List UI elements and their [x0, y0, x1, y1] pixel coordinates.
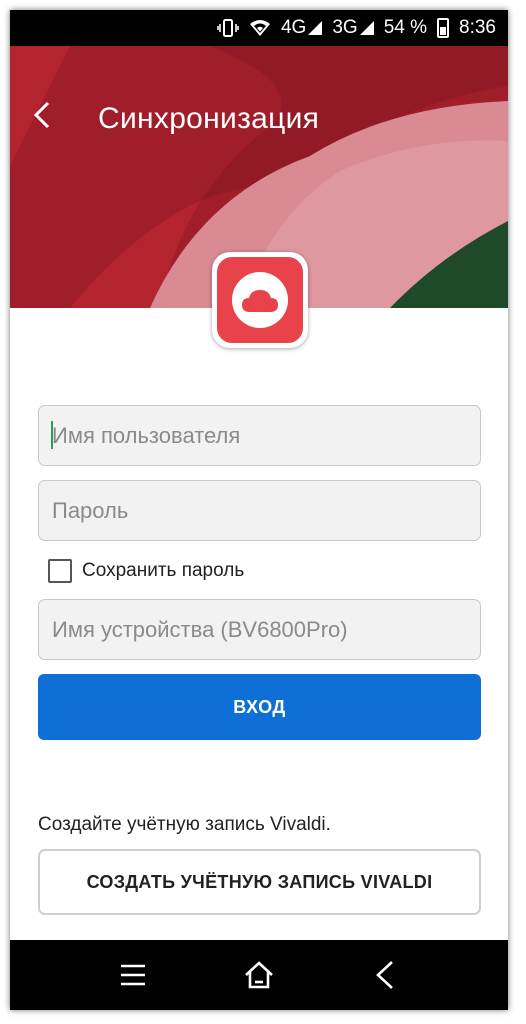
username-input[interactable] — [38, 405, 481, 466]
status-bar: 4G 3G 54 % 8:36 — [10, 10, 508, 46]
signal-icon — [359, 21, 374, 35]
remember-password-checkbox[interactable] — [48, 559, 72, 583]
cloud-icon — [242, 290, 278, 312]
device-name-input[interactable] — [38, 599, 481, 660]
back-icon — [376, 961, 393, 989]
battery-percent: 54 % — [383, 17, 428, 38]
system-back-button[interactable] — [365, 955, 405, 995]
menu-button[interactable] — [113, 955, 153, 995]
sync-logo-badge — [217, 257, 303, 343]
cloud-disc — [232, 272, 288, 328]
network-4g: 4G — [280, 17, 323, 39]
back-button[interactable] — [32, 100, 68, 136]
create-account-hint: Создайте учётную запись Vivaldi. — [38, 814, 331, 835]
vibrate-icon — [217, 19, 239, 37]
signal-icon — [308, 21, 323, 35]
remember-password-row[interactable]: Сохранить пароль — [48, 558, 244, 584]
app-frame: 4G 3G 54 % 8:36 Синхронизация Имя пользо… — [10, 10, 508, 1010]
login-button[interactable]: ВХОД — [38, 674, 481, 740]
wifi-icon — [249, 19, 271, 37]
sync-logo — [212, 252, 308, 348]
password-input[interactable] — [38, 480, 481, 541]
home-icon — [245, 961, 273, 989]
navigation-bar — [10, 940, 508, 1010]
clock: 8:36 — [459, 17, 496, 38]
network-3g-label: 3G — [332, 17, 358, 38]
network-4g-label: 4G — [280, 17, 307, 38]
text-cursor — [51, 421, 53, 449]
network-3g: 3G — [332, 17, 374, 39]
menu-icon — [121, 964, 145, 986]
create-account-button[interactable]: СОЗДАТЬ УЧЁТНУЮ ЗАПИСЬ VIVALDI — [38, 849, 481, 915]
home-button[interactable] — [239, 955, 279, 995]
page-title: Синхронизация — [98, 102, 320, 135]
battery-icon — [437, 18, 450, 38]
remember-password-label: Сохранить пароль — [82, 560, 245, 581]
chevron-left-icon — [33, 101, 50, 129]
